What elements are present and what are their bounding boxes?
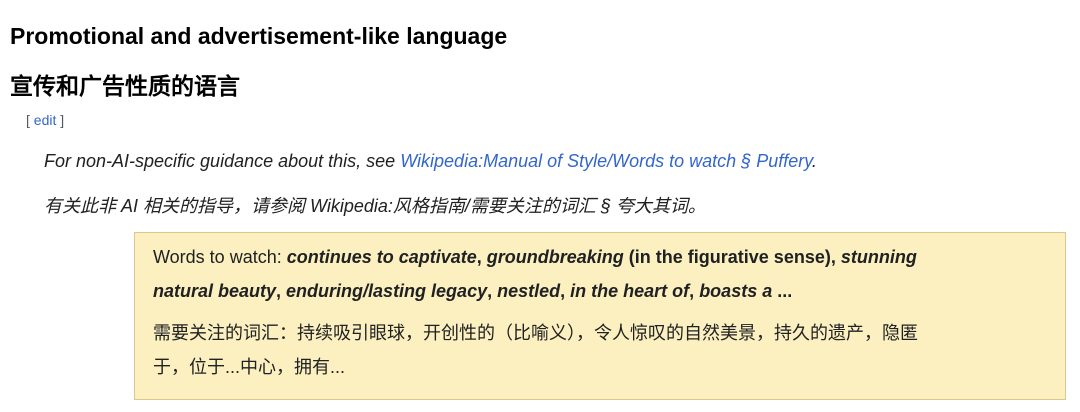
separator: ,	[560, 281, 571, 301]
separator: ,	[689, 281, 700, 301]
watch-word: stunning	[840, 247, 917, 267]
words-to-watch-lead: Words to watch:	[153, 247, 287, 267]
watch-word-note: (in the figurative sense),	[623, 247, 841, 267]
words-to-watch-line-2: natural beauty, enduring/lasting legacy,…	[153, 277, 792, 305]
hatnote-en: For non-AI-specific guidance about this,…	[44, 148, 817, 174]
watch-word: continues to captivate	[286, 247, 477, 267]
section-heading-en: Promotional and advertisement-like langu…	[10, 23, 508, 50]
watch-word: groundbreaking	[486, 247, 624, 267]
watch-word: boasts a	[699, 281, 773, 301]
hatnote-en-link[interactable]: Wikipedia:Manual of Style/Words to watch…	[400, 151, 812, 171]
edit-link[interactable]: edit	[34, 112, 57, 128]
words-to-watch-zh-line-2: 于，位于...中心，拥有...	[153, 357, 346, 377]
section-heading-zh: 宣传和广告性质的语言	[10, 73, 240, 100]
edit-section-wrapper: [ edit ]	[26, 110, 64, 130]
hatnote-en-prefix: For non-AI-specific guidance about this,…	[44, 151, 401, 171]
hatnote-en-suffix: .	[811, 151, 817, 171]
words-to-watch-line-1: Words to watch: continues to captivate, …	[153, 243, 917, 271]
words-to-watch-box: Words to watch: continues to captivate, …	[134, 232, 1066, 400]
watch-word: nestled	[497, 281, 561, 301]
watch-word: natural beauty	[153, 281, 277, 301]
words-to-watch-zh-line-1: 需要关注的词汇：持续吸引眼球，开创性的（比喻义），令人惊叹的自然美景，持久的遗产…	[153, 323, 918, 343]
separator: ,	[276, 281, 287, 301]
separator: ,	[487, 281, 498, 301]
watch-word: enduring/lasting legacy	[286, 281, 488, 301]
ellipsis: ...	[772, 281, 793, 301]
edit-bracket-close: ]	[56, 112, 65, 128]
hatnote-zh: 有关此非 AI 相关的指导，请参阅 Wikipedia:风格指南/需要关注的词汇…	[44, 196, 706, 216]
edit-bracket-open: [	[26, 112, 34, 128]
watch-word: in the heart of	[570, 281, 690, 301]
separator: ,	[476, 247, 487, 267]
